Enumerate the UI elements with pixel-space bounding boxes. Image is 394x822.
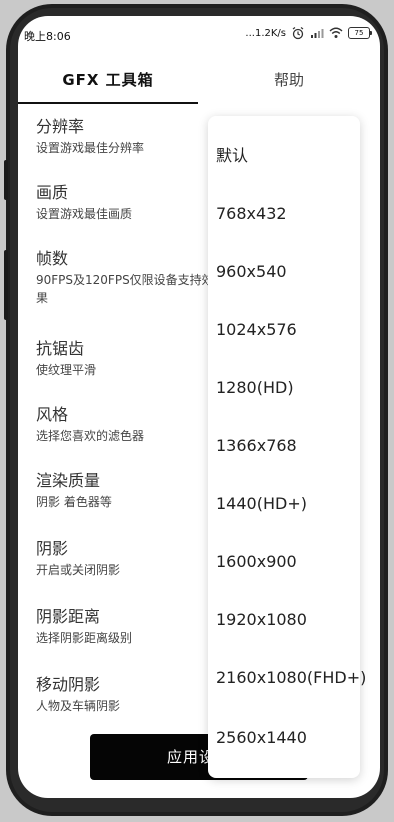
setting-style[interactable]: 风格 选择您喜欢的滤色器 — [36, 404, 236, 445]
power-button — [4, 250, 8, 320]
resolution-option[interactable]: 768x432 — [216, 204, 360, 224]
setting-desc: 设置游戏最佳画质 — [36, 207, 133, 221]
setting-resolution[interactable]: 分辨率 设置游戏最佳分辨率 — [36, 116, 236, 157]
setting-desc: 90FPS及120FPS仅限设备支持效果 — [36, 273, 214, 305]
setting-desc: 使纹理平滑 — [36, 363, 97, 377]
resolution-option[interactable]: 2160x1080(FHD+) — [216, 668, 366, 688]
active-tab-indicator — [18, 102, 198, 104]
wifi-icon — [329, 26, 343, 40]
setting-quality[interactable]: 画质 设置游戏最佳画质 — [36, 182, 236, 223]
setting-shadows[interactable]: 阴影 开启或关闭阴影 — [36, 538, 236, 579]
setting-framerate[interactable]: 帧数 90FPS及120FPS仅限设备支持效果 — [36, 248, 236, 307]
resolution-option[interactable]: 2560x1440 — [216, 728, 360, 748]
setting-title: 分辨率 — [36, 117, 85, 136]
setting-title: 画质 — [36, 183, 69, 202]
setting-desc: 开启或关闭阴影 — [36, 563, 121, 577]
tab-bar: GFX 工具箱 帮助 — [18, 64, 380, 106]
battery-icon: 75 — [348, 27, 372, 39]
setting-title: 移动阴影 — [36, 675, 101, 694]
setting-shadow-distance[interactable]: 阴影距离 选择阴影距离级别 — [36, 606, 236, 647]
resolution-option[interactable]: 1366x768 — [216, 436, 360, 456]
resolution-option[interactable]: 1440(HD+) — [216, 494, 360, 514]
setting-desc: 阴影 着色器等 — [36, 495, 112, 509]
tab-gfx-toolbox[interactable]: GFX 工具箱 — [18, 64, 198, 104]
setting-render-quality[interactable]: 渲染质量 阴影 着色器等 — [36, 470, 236, 511]
setting-title: 阴影 — [36, 539, 69, 558]
volume-button — [4, 160, 8, 200]
network-speed: ...1.2K/s — [245, 27, 286, 39]
setting-title: 抗锯齿 — [36, 339, 85, 358]
setting-desc: 设置游戏最佳分辨率 — [36, 141, 145, 155]
setting-antialiasing[interactable]: 抗锯齿 使纹理平滑 — [36, 338, 236, 379]
signal-icon — [310, 26, 324, 40]
status-time: 晚上8:06 — [24, 30, 71, 43]
status-bar: 晚上8:06 ...1.2K/s 75 — [18, 16, 380, 52]
setting-title: 帧数 — [36, 249, 69, 268]
tab-help[interactable]: 帮助 — [198, 64, 380, 104]
status-icons: ...1.2K/s 75 — [245, 26, 372, 40]
setting-title: 渲染质量 — [36, 471, 101, 490]
resolution-dropdown: 默认 768x432 960x540 1024x576 1280(HD) 136… — [208, 116, 366, 778]
resolution-option[interactable]: 1600x900 — [216, 552, 360, 572]
app-screen: 晚上8:06 ...1.2K/s 75 GFX 工具箱 帮助 分辨率 设置游戏最… — [18, 16, 380, 798]
setting-desc: 选择您喜欢的滤色器 — [36, 429, 145, 443]
setting-desc: 选择阴影距离级别 — [36, 631, 133, 645]
setting-title: 阴影距离 — [36, 607, 101, 626]
resolution-option[interactable]: 1024x576 — [216, 320, 360, 340]
setting-title: 风格 — [36, 405, 69, 424]
alarm-icon — [291, 26, 305, 40]
resolution-option[interactable]: 1920x1080 — [216, 610, 360, 630]
resolution-option[interactable]: 1280(HD) — [216, 378, 360, 398]
resolution-option[interactable]: 默认 — [216, 146, 360, 166]
setting-desc: 人物及车辆阴影 — [36, 699, 121, 713]
resolution-option[interactable]: 960x540 — [216, 262, 360, 282]
setting-moving-shadows[interactable]: 移动阴影 人物及车辆阴影 — [36, 674, 236, 715]
